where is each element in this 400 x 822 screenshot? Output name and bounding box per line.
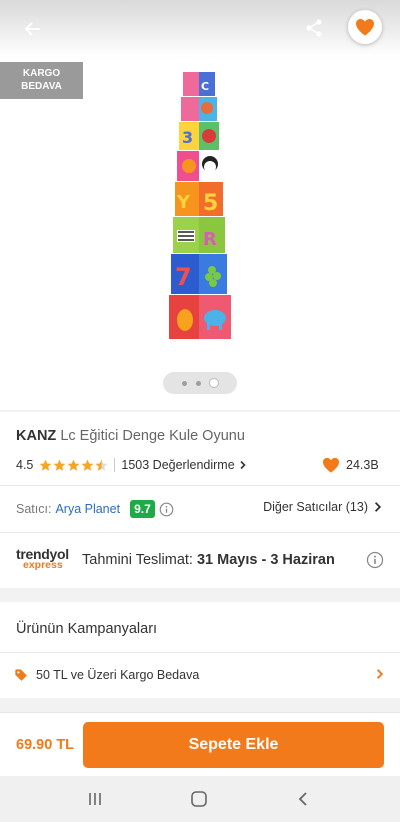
product-info-card: KANZ Lc Eğitici Denge Kule Oyunu 4.5 150…: [0, 412, 400, 588]
rating-separator: [114, 458, 116, 472]
estimated-delivery-label: Tahmini Teslimat:: [82, 552, 193, 568]
campaigns-section: Ürünün Kampanyaları 50 TL ve Üzeri Kargo…: [0, 602, 400, 698]
free-shipping-badge-line1: KARGO: [22, 68, 61, 79]
favorite-count-value: 24.3B: [346, 458, 379, 472]
trendyol-express-logo: trendyol express: [16, 547, 76, 571]
system-navigation-bar: [0, 776, 400, 822]
star-icon: [54, 459, 66, 471]
favorite-count[interactable]: 24.3B: [322, 457, 379, 473]
reviews-link[interactable]: 1503 Değerlendirme: [121, 458, 247, 472]
pagination-dot[interactable]: [196, 380, 201, 386]
pagination-dot[interactable]: [182, 380, 187, 386]
info-icon[interactable]: [366, 551, 384, 569]
delivery-row: trendyol express Tahmini Teslimat: 31 Ma…: [16, 545, 384, 575]
svg-text:3: 3: [182, 128, 193, 147]
svg-text:R: R: [203, 229, 217, 250]
other-sellers-link[interactable]: Diğer Satıcılar (13): [263, 500, 384, 514]
gallery-pagination[interactable]: [163, 372, 237, 394]
share-icon: [306, 19, 322, 37]
share-button[interactable]: [298, 12, 330, 44]
reviews-link-label: 1503 Değerlendirme: [121, 458, 235, 472]
home-button[interactable]: [188, 788, 210, 810]
star-half-icon: [96, 459, 108, 471]
svg-text:Y: Y: [176, 192, 191, 213]
free-shipping-badge-line2: BEDAVA: [21, 81, 62, 92]
rating-stars: [39, 459, 109, 472]
other-sellers-label: Diğer Satıcılar (13): [263, 500, 368, 514]
star-icon: [82, 459, 94, 471]
estimated-delivery-date: 31 Mayıs - 3 Haziran: [196, 552, 335, 568]
divider: [0, 485, 400, 486]
campaigns-title: Ürünün Kampanyaları: [16, 621, 158, 637]
chevron-right-icon: [376, 669, 384, 679]
tag-icon: [15, 669, 27, 681]
seller-label: Satıcı:: [16, 502, 52, 516]
top-bar-gradient: [0, 0, 400, 58]
product-detail-page: KARGO BEDAVA C 3 Y 5 R 7 KANZ Lc Eğitici…: [0, 0, 400, 822]
home-icon: [191, 791, 207, 807]
product-title: KANZ Lc Eğitici Denge Kule Oyunu: [16, 428, 245, 444]
rating-row: 4.5 1503 Değerlendirme: [16, 458, 248, 472]
seller-name-link[interactable]: Arya Planet: [55, 502, 120, 516]
svg-text:C: C: [201, 80, 209, 93]
product-name: Lc Eğitici Denge Kule Oyunu: [60, 428, 245, 444]
chevron-right-icon: [374, 502, 382, 512]
heart-icon: [323, 457, 339, 473]
add-to-cart-button[interactable]: Sepete Ekle: [83, 722, 384, 768]
rating-score: 4.5: [16, 458, 34, 472]
arrow-left-icon: [25, 22, 40, 36]
star-icon: [40, 459, 52, 471]
seller-row: Satıcı: Arya Planet 9.7 Diğer Satıcılar …: [16, 499, 384, 519]
product-image-gallery[interactable]: KARGO BEDAVA C 3 Y 5 R 7: [0, 0, 400, 410]
chevron-right-icon: [240, 460, 246, 470]
recent-apps-icon: [89, 793, 101, 805]
heart-icon: [356, 19, 374, 36]
svg-text:5: 5: [203, 191, 218, 216]
favorite-button[interactable]: [348, 10, 382, 44]
product-brand[interactable]: KANZ: [16, 428, 56, 444]
bottom-action-bar: 69.90 TL Sepete Ekle: [0, 712, 400, 776]
pagination-dot-active[interactable]: [210, 379, 218, 387]
seller-score-badge: 9.7: [130, 500, 155, 518]
estimated-delivery: Tahmini Teslimat: 31 Mayıs - 3 Haziran: [82, 552, 335, 568]
chevron-left-icon: [298, 792, 307, 806]
star-icon: [68, 459, 80, 471]
info-icon[interactable]: [159, 502, 174, 517]
divider: [0, 532, 400, 533]
divider: [0, 652, 400, 653]
system-back-button[interactable]: [292, 788, 314, 810]
svg-text:7: 7: [175, 263, 192, 291]
free-shipping-badge: KARGO BEDAVA: [0, 62, 83, 99]
product-image: C 3 Y 5 R 7: [169, 72, 231, 339]
product-price: 69.90 TL: [16, 737, 75, 753]
recent-apps-button[interactable]: [84, 788, 106, 810]
campaign-item[interactable]: 50 TL ve Üzeri Kargo Bedava: [14, 664, 386, 686]
campaign-item-label: 50 TL ve Üzeri Kargo Bedava: [36, 668, 200, 682]
back-button[interactable]: [16, 13, 48, 45]
